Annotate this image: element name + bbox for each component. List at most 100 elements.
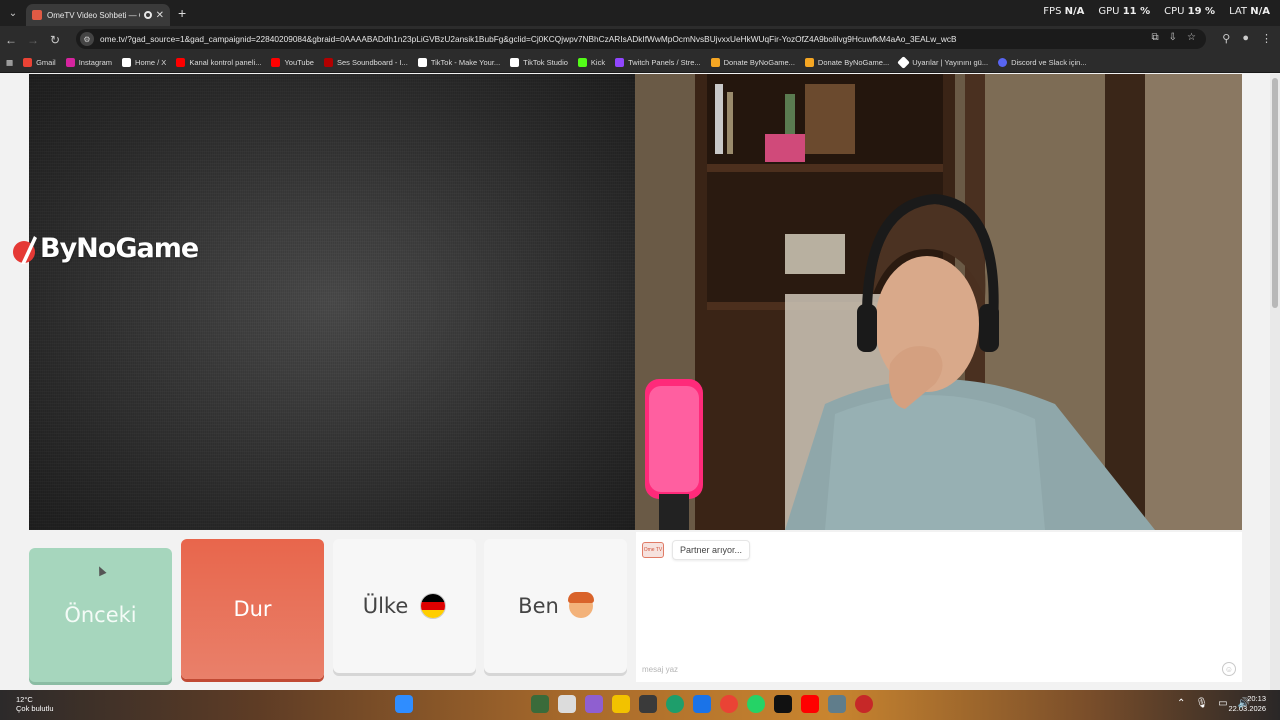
lat-readout: LAT N/A xyxy=(1229,6,1270,17)
install-icon[interactable]: ⇩ xyxy=(1169,32,1177,43)
me-button[interactable]: Ben xyxy=(484,539,627,673)
stop-button-label: Dur xyxy=(233,597,272,621)
tiktok-taskbar-icon[interactable] xyxy=(774,695,792,713)
x-icon xyxy=(122,58,132,67)
self-camera-video xyxy=(635,74,1242,530)
bynogame-icon xyxy=(710,58,720,67)
menu-kebab-icon[interactable]: ⋮ xyxy=(1261,32,1272,45)
logo-text: ByNoGame xyxy=(40,233,199,264)
scrollbar-thumb[interactable] xyxy=(1272,78,1278,308)
cpu-readout: CPU 19 % xyxy=(1164,6,1216,17)
new-tab-button[interactable]: + xyxy=(178,5,186,21)
youtube-taskbar-icon[interactable] xyxy=(801,695,819,713)
chat-status-row: Ome TV Partner arıyor... xyxy=(642,540,751,560)
germany-flag-icon xyxy=(420,593,447,619)
message-input[interactable]: mesaj yaz xyxy=(642,665,678,674)
file-explorer-icon[interactable] xyxy=(612,695,630,713)
country-button[interactable]: Ülke xyxy=(333,539,476,673)
youtube-icon xyxy=(271,58,281,67)
edge-icon[interactable] xyxy=(666,695,684,713)
browser-tab-active[interactable]: OmeTV Video Sohbeti — O ✕ xyxy=(26,4,170,26)
fps-readout: FPS N/A xyxy=(1043,6,1085,17)
bookmark-item[interactable]: Donate ByNoGame... xyxy=(710,58,795,67)
url-text[interactable]: ome.tv/?gad_source=1&gad_campaignid=2284… xyxy=(100,34,1140,44)
settings-gear-icon[interactable] xyxy=(828,695,846,713)
ometv-favicon-icon xyxy=(32,10,42,20)
kick-icon xyxy=(577,58,587,67)
soundboard-icon xyxy=(323,58,333,67)
weather-widget[interactable]: 12°C Çok bulutlu xyxy=(16,695,54,713)
gpu-readout: GPU 11 % xyxy=(1098,6,1151,17)
task-view-icon[interactable] xyxy=(558,695,576,713)
country-button-label: Ülke xyxy=(362,594,409,618)
chrome-icon[interactable] xyxy=(720,695,738,713)
network-icon[interactable]: ▭ xyxy=(1218,698,1227,709)
ometv-logo-icon: Ome TV xyxy=(642,542,664,558)
whatsapp-icon[interactable] xyxy=(747,695,765,713)
boy-emoji-icon xyxy=(567,592,594,618)
clock-time: 20:13 xyxy=(1247,694,1266,703)
site-info-icon[interactable]: ⚙ xyxy=(80,32,94,46)
outlook-icon[interactable] xyxy=(693,695,711,713)
discord-icon xyxy=(998,58,1008,67)
search-box[interactable] xyxy=(422,695,522,713)
bookmark-item[interactable]: TikTok - Make Your... xyxy=(417,58,500,67)
profile-avatar-icon[interactable]: ● xyxy=(1242,32,1249,45)
reload-icon[interactable]: ↻ xyxy=(44,33,66,47)
page-scrollbar[interactable] xyxy=(1270,74,1280,690)
extensions-icon[interactable]: ⚲ xyxy=(1222,32,1230,45)
tiktok-icon xyxy=(510,58,520,67)
emoji-icon[interactable]: ☺ xyxy=(1222,662,1236,676)
clock[interactable]: 20:13 22.03.2026 xyxy=(1228,694,1266,714)
bynogame-icon xyxy=(804,58,814,67)
bookmark-item[interactable]: Kanal kontrol paneli... xyxy=(176,58,261,67)
me-button-label: Ben xyxy=(518,594,559,618)
apps-grid-icon[interactable]: ▦ xyxy=(6,58,13,67)
windows-taskbar: 12°C Çok bulutlu ⌃ 🎙 ▭ 🔊 20:13 22.03.202… xyxy=(0,690,1280,720)
store-icon[interactable] xyxy=(639,695,657,713)
stop-button[interactable]: Dur xyxy=(181,539,324,679)
back-arrow-icon[interactable]: ← xyxy=(0,33,22,47)
bookmark-item[interactable]: Ses Soundboard - I... xyxy=(323,58,408,67)
clock-date: 22.03.2026 xyxy=(1228,704,1266,713)
widget-car-icon[interactable] xyxy=(531,695,549,713)
bookmark-item[interactable]: Instagram xyxy=(65,58,112,67)
forward-arrow-icon[interactable]: → xyxy=(22,33,44,47)
app-icon[interactable] xyxy=(585,695,603,713)
bynogame-logo: ByNoGame xyxy=(12,233,199,264)
bookmark-item[interactable]: Kick xyxy=(577,58,605,67)
mic-icon[interactable]: 🎙 xyxy=(1195,698,1208,709)
start-windows-icon[interactable] xyxy=(395,695,413,713)
tab-search-icon[interactable]: ⌄ xyxy=(0,0,26,26)
weather-temp: 12°C xyxy=(16,695,33,704)
bookmark-item[interactable]: Twitch Panels / Stre... xyxy=(615,58,701,67)
chat-panel: Ome TV Partner arıyor... mesaj yaz ☺ xyxy=(636,532,1242,682)
performance-overlay: FPS N/A GPU 11 % CPU 19 % LAT N/A xyxy=(1043,6,1270,17)
weather-desc: Çok bulutlu xyxy=(16,704,54,713)
bookmark-item[interactable]: Discord ve Slack için... xyxy=(998,58,1087,67)
gmail-icon xyxy=(23,58,33,67)
bookmark-star-icon[interactable]: ☆ xyxy=(1187,32,1196,43)
omnibox[interactable]: ⚙ ome.tv/?gad_source=1&gad_campaignid=22… xyxy=(76,29,1206,49)
bookmark-item[interactable]: Uyarılar | Yayınını gü... xyxy=(897,56,988,69)
bookmark-item[interactable]: TikTok Studio xyxy=(510,58,568,67)
bookmark-item[interactable]: Gmail xyxy=(23,58,56,67)
address-toolbar: ← → ↻ ⚙ ome.tv/?gad_source=1&gad_campaig… xyxy=(0,26,1280,53)
obs-icon[interactable] xyxy=(855,695,873,713)
partner-searching-message: Partner arıyor... xyxy=(672,540,751,560)
partner-video xyxy=(29,74,635,530)
taskbar-apps xyxy=(395,695,873,713)
recording-indicator-icon xyxy=(143,11,152,19)
video-static-noise xyxy=(29,74,635,530)
close-tab-icon[interactable]: ✕ xyxy=(156,10,164,21)
translate-icon[interactable]: ⧉ xyxy=(1152,32,1159,43)
twitch-icon xyxy=(615,58,625,67)
tray-chevron-icon[interactable]: ⌃ xyxy=(1177,698,1185,709)
bookmark-item[interactable]: YouTube xyxy=(271,58,314,67)
bookmark-item[interactable]: Home / X xyxy=(122,58,166,67)
bookmark-item[interactable]: Donate ByNoGame... xyxy=(804,58,889,67)
youtube-studio-icon xyxy=(176,58,186,67)
browser-tab-bar: ⌄ OmeTV Video Sohbeti — O ✕ + FPS N/A GP… xyxy=(0,0,1280,26)
tab-title: OmeTV Video Sohbeti — O xyxy=(47,10,140,20)
bynogame-mark-icon xyxy=(12,234,38,264)
